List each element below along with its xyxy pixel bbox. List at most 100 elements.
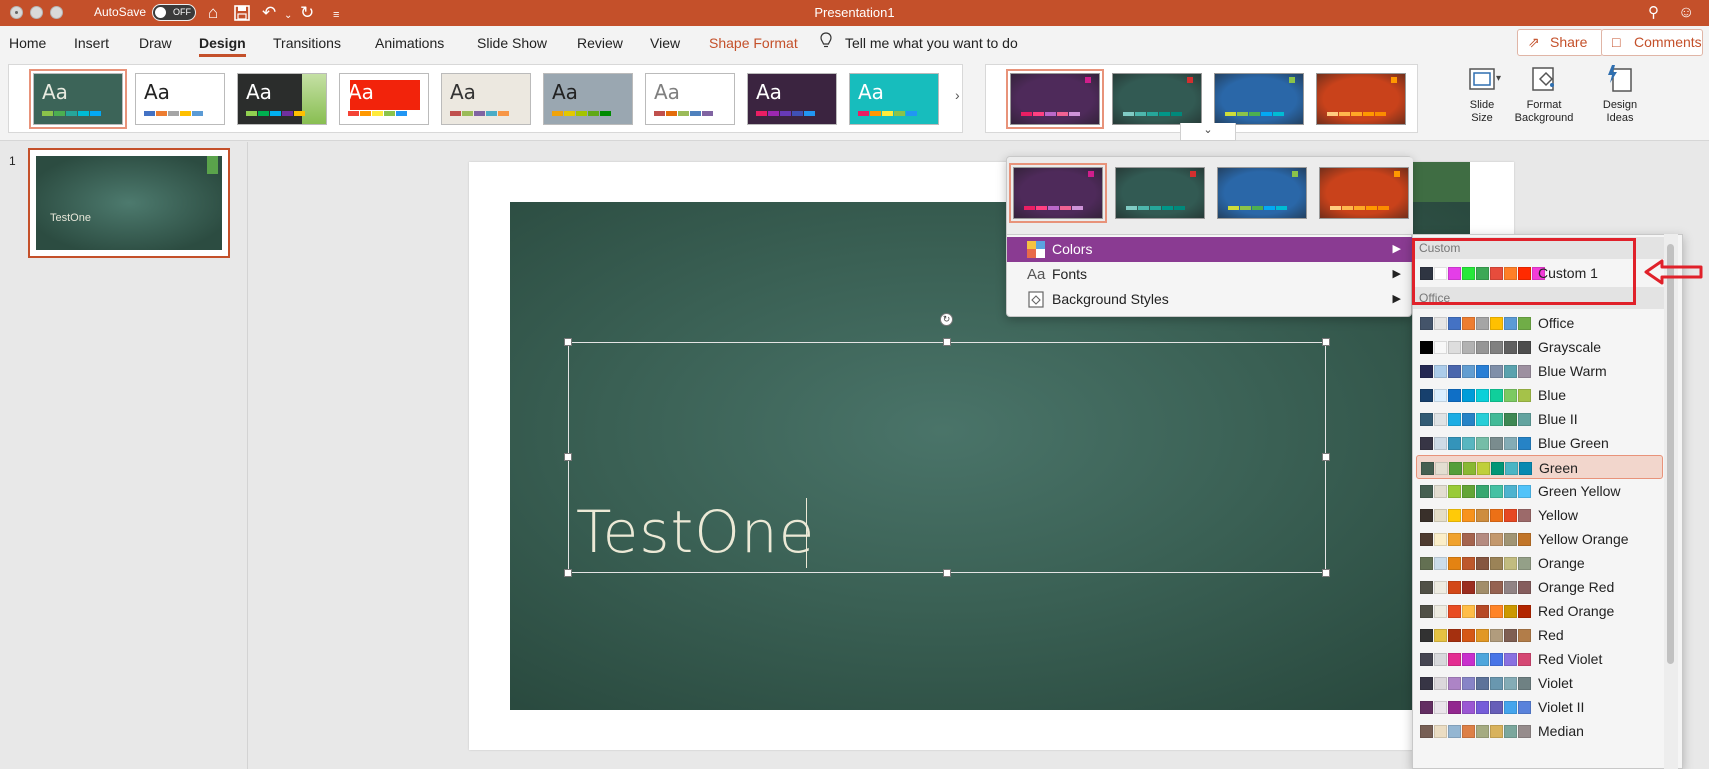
color-scheme-item[interactable]: Blue Green — [1416, 431, 1663, 455]
rotate-handle[interactable]: ↻ — [940, 313, 953, 326]
theme-thumbnail[interactable]: Aa — [747, 73, 837, 125]
color-scheme-item[interactable]: Red Orange — [1416, 599, 1663, 623]
format-background-button[interactable]: Format Background — [1508, 63, 1580, 125]
color-swatch — [1490, 509, 1503, 522]
variant-thumbnail[interactable] — [1319, 167, 1409, 219]
theme-thumbnail[interactable]: Aa — [645, 73, 735, 125]
color-scheme-item[interactable]: Blue Warm — [1416, 359, 1663, 383]
color-swatch — [1462, 389, 1475, 402]
theme-thumbnail[interactable]: Aa — [135, 73, 225, 125]
tell-me-search[interactable]: Tell me what you want to do — [845, 35, 1018, 51]
resize-handle[interactable] — [1322, 453, 1330, 461]
color-swatch — [1504, 389, 1517, 402]
tab-slide-show[interactable]: Slide Show — [477, 35, 547, 51]
tab-draw[interactable]: Draw — [139, 35, 172, 51]
variant-thumbnail[interactable] — [1214, 73, 1304, 125]
theme-color-swatch — [702, 111, 713, 116]
color-scheme-item[interactable]: Orange — [1416, 551, 1663, 575]
tab-review[interactable]: Review — [577, 35, 623, 51]
color-scheme-name: Median — [1538, 723, 1584, 739]
expand-gallery-button[interactable]: ⌄ — [1180, 123, 1236, 141]
slide-size-icon — [1469, 68, 1495, 90]
color-scheme-item[interactable]: Violet II — [1416, 695, 1663, 719]
menu-item-colors[interactable]: Colors ▶ — [1007, 237, 1413, 262]
color-scheme-item[interactable]: Violet — [1416, 671, 1663, 695]
theme-thumbnail[interactable]: Aa — [441, 73, 531, 125]
variant-thumbnail[interactable] — [1006, 69, 1104, 129]
color-scheme-item[interactable]: Red Violet — [1416, 647, 1663, 671]
share-button[interactable]: ⇗ Share — [1517, 29, 1603, 56]
resize-handle[interactable] — [1322, 338, 1330, 346]
color-swatch — [1448, 629, 1461, 642]
resize-handle[interactable] — [943, 338, 951, 346]
menu-item-colors-label: Colors — [1052, 241, 1093, 257]
color-scheme-item[interactable]: Median — [1416, 719, 1663, 743]
tab-home[interactable]: Home — [9, 35, 46, 51]
resize-handle[interactable] — [564, 453, 572, 461]
colors-scrollbar[interactable] — [1664, 234, 1678, 769]
tab-shape-format[interactable]: Shape Format — [709, 35, 798, 51]
color-swatch — [1504, 677, 1517, 690]
annotation-arrow-icon — [1644, 259, 1703, 285]
color-swatch — [1434, 341, 1447, 354]
variant-color-swatch — [1057, 112, 1068, 116]
chevron-right-icon[interactable]: › — [955, 87, 960, 103]
tab-view[interactable]: View — [650, 35, 680, 51]
background-styles-icon — [1028, 291, 1044, 308]
tab-insert[interactable]: Insert — [74, 35, 109, 51]
color-scheme-item[interactable]: Yellow Orange — [1416, 527, 1663, 551]
theme-thumbnail[interactable]: Aa — [29, 69, 127, 129]
variant-thumbnail[interactable] — [1115, 167, 1205, 219]
resize-handle[interactable] — [1322, 569, 1330, 577]
color-scheme-item[interactable]: Blue — [1416, 383, 1663, 407]
color-scheme-item[interactable]: Grayscale — [1416, 335, 1663, 359]
resize-handle[interactable] — [564, 338, 572, 346]
theme-color-swatch — [870, 111, 881, 116]
color-scheme-item[interactable]: Red — [1416, 623, 1663, 647]
scrollbar-thumb[interactable] — [1667, 244, 1674, 664]
variant-thumbnail[interactable] — [1217, 167, 1307, 219]
theme-color-swatch — [156, 111, 167, 116]
theme-accent-block — [302, 74, 326, 124]
tab-animations[interactable]: Animations — [375, 35, 444, 51]
menu-item-background-styles[interactable]: Background Styles ▶ — [1007, 287, 1413, 312]
color-scheme-item[interactable]: Office — [1416, 311, 1663, 335]
color-scheme-item[interactable]: Green — [1416, 455, 1663, 479]
color-swatch — [1505, 462, 1518, 475]
feedback-smiley-icon[interactable]: ☺ — [1678, 3, 1694, 23]
color-swatch — [1504, 533, 1517, 546]
theme-color-swatch — [588, 111, 599, 116]
color-swatch — [1476, 581, 1489, 594]
tab-design[interactable]: Design — [199, 35, 246, 57]
slide-thumbnail[interactable]: TestOne — [28, 148, 230, 258]
color-scheme-item[interactable]: Orange Red — [1416, 575, 1663, 599]
color-scheme-item[interactable]: Yellow — [1416, 503, 1663, 527]
resize-handle[interactable] — [943, 569, 951, 577]
color-swatch — [1518, 701, 1531, 714]
theme-color-swatch — [90, 111, 101, 116]
color-swatch — [1448, 581, 1461, 594]
design-ideas-button[interactable]: Design Ideas — [1594, 63, 1646, 125]
color-swatches — [1420, 317, 1532, 330]
slide-thumbnail-preview: TestOne — [36, 156, 222, 250]
slide-size-dropdown-icon[interactable]: ▾ — [1496, 73, 1501, 84]
search-icon[interactable]: ⚲ — [1648, 3, 1659, 23]
slide-title-text[interactable]: TestOne — [576, 498, 815, 566]
color-scheme-item[interactable]: Blue II — [1416, 407, 1663, 431]
color-swatch — [1448, 605, 1461, 618]
variant-thumbnail[interactable] — [1316, 73, 1406, 125]
theme-thumbnail[interactable]: Aa — [543, 73, 633, 125]
menu-item-fonts-label: Fonts — [1052, 266, 1088, 282]
theme-thumbnail[interactable]: Aa — [339, 73, 429, 125]
comments-button[interactable]: □ Comments — [1601, 29, 1703, 56]
theme-thumbnail[interactable]: Aa — [849, 73, 939, 125]
variant-thumbnail[interactable] — [1112, 73, 1202, 125]
resize-handle[interactable] — [564, 569, 572, 577]
menu-item-fonts[interactable]: Aa Fonts ▶ — [1007, 262, 1413, 287]
color-swatch — [1490, 677, 1503, 690]
tab-transitions[interactable]: Transitions — [273, 35, 341, 51]
theme-thumbnail[interactable]: Aa — [237, 73, 327, 125]
color-swatch — [1448, 653, 1461, 666]
variant-thumbnail[interactable] — [1009, 163, 1107, 223]
color-scheme-item[interactable]: Green Yellow — [1416, 479, 1663, 503]
